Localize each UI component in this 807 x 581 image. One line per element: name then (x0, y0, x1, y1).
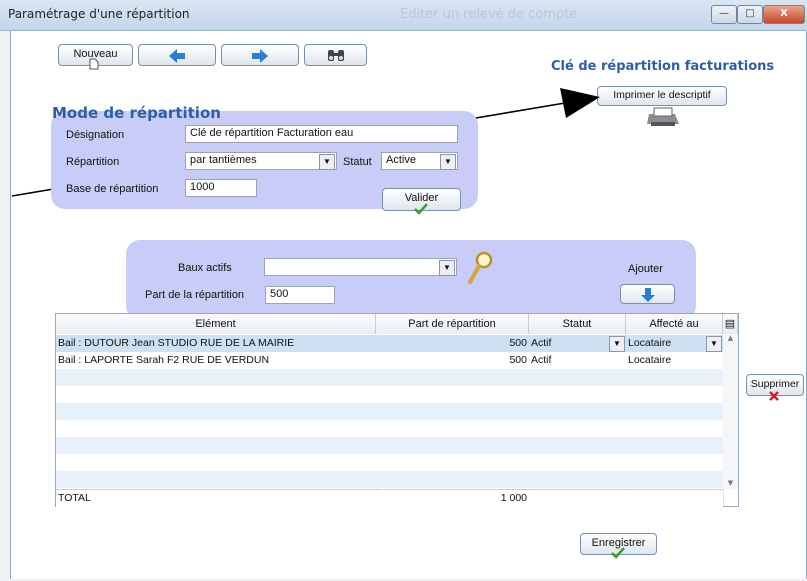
table-row[interactable]: Bail : LAPORTE Sarah F2 RUE DE VERDUN 50… (56, 352, 723, 369)
add-button[interactable] (620, 284, 675, 304)
row-statut[interactable]: Actif (529, 352, 626, 369)
chevron-down-icon[interactable]: ▼ (440, 154, 456, 170)
chevron-down-icon[interactable]: ▼ (439, 260, 455, 276)
table-row-empty (56, 437, 723, 454)
statut-select[interactable]: Active ▼ (381, 152, 458, 170)
scroll-down-icon[interactable]: ▼ (723, 479, 738, 487)
row-affecte[interactable]: Locataire ▼ (626, 335, 723, 352)
designation-field[interactable]: Clé de répartition Facturation eau (185, 125, 458, 143)
repartition-label: Répartition (66, 156, 120, 168)
chevron-down-icon[interactable]: ▼ (609, 336, 625, 352)
table-row-empty (56, 403, 723, 420)
repartition-value: par tantièmes (190, 154, 257, 166)
checkmark-icon (611, 547, 625, 559)
table-row-empty (56, 386, 723, 403)
base-field[interactable]: 1000 (185, 179, 257, 197)
row-statut[interactable]: Actif ▼ (529, 335, 626, 352)
row-part: 500 (509, 354, 527, 366)
mode-heading: Mode de répartition (52, 104, 221, 122)
table-total-row: TOTAL 1 000 (56, 489, 723, 507)
baux-select[interactable]: ▼ (264, 258, 457, 276)
row-statut-value: Actif (531, 337, 552, 349)
baux-panel (126, 240, 696, 320)
column-header-statut[interactable]: Statut (529, 314, 626, 334)
magnifier-icon[interactable] (467, 250, 495, 286)
chevron-down-icon[interactable]: ▼ (706, 336, 722, 352)
repartition-select[interactable]: par tantièmes ▼ (185, 152, 337, 170)
table-scrollbar[interactable]: ▲ ▼ (723, 334, 738, 489)
table-row-empty (56, 454, 723, 471)
table-row-empty (56, 420, 723, 437)
row-affecte[interactable]: Locataire (626, 352, 723, 369)
checkmark-icon (414, 203, 428, 215)
allocation-table: Elément Part de répartition Statut Affec… (55, 313, 739, 507)
part-label: Part de la répartition (145, 289, 245, 301)
column-header-affecte[interactable]: Affecté au (626, 314, 723, 334)
row-affecte-value: Locataire (628, 337, 672, 349)
add-label: Ajouter (628, 263, 663, 275)
delete-x-icon (769, 391, 779, 401)
row-element: Bail : DUTOUR Jean STUDIO RUE DE LA MAIR… (58, 337, 295, 349)
table-row[interactable]: Bail : DUTOUR Jean STUDIO RUE DE LA MAIR… (56, 335, 723, 352)
column-header-element[interactable]: Elément (56, 314, 376, 334)
chevron-down-icon[interactable]: ▼ (319, 154, 335, 170)
scroll-up-icon[interactable]: ▲ (723, 334, 738, 342)
designation-label: Désignation (66, 129, 125, 141)
statut-label: Statut (343, 156, 372, 168)
down-arrow-icon (640, 288, 655, 302)
row-part: 500 (509, 337, 527, 349)
statut-value: Active (386, 154, 416, 166)
total-label: TOTAL (58, 492, 91, 504)
total-value: 1 000 (500, 492, 527, 504)
part-field[interactable]: 500 (265, 286, 335, 304)
baux-label: Baux actifs (178, 262, 232, 274)
row-element: Bail : LAPORTE Sarah F2 RUE DE VERDUN (58, 354, 270, 366)
delete-button-label: Supprimer (750, 378, 800, 390)
table-row-empty (56, 471, 723, 488)
column-settings-icon[interactable]: ▤ (723, 314, 738, 334)
base-label: Base de répartition (66, 183, 159, 195)
column-header-part[interactable]: Part de répartition (376, 314, 529, 334)
table-row-empty (56, 369, 723, 386)
